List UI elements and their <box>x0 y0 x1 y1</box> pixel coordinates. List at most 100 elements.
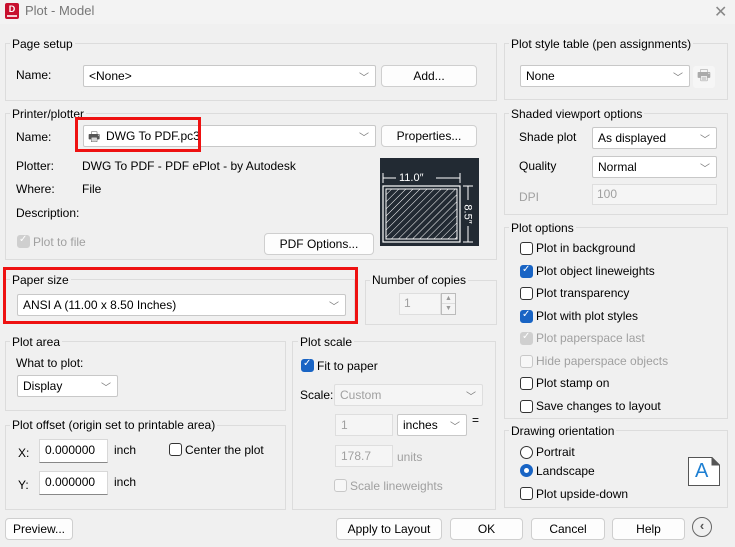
what-to-plot-label: What to plot: <box>16 356 84 370</box>
chevron-down-icon: ﹀ <box>673 73 683 84</box>
offset-y-label: Y: <box>18 478 29 492</box>
plotter-label: Plotter: <box>16 159 55 173</box>
plot-option-checkbox <box>520 331 533 345</box>
landscape-label: Landscape <box>536 464 595 478</box>
window-title: Plot - Model <box>25 3 95 18</box>
shade-plot-label: Shade plot <box>519 130 577 144</box>
center-plot-label: Center the plot <box>185 443 264 457</box>
plot-style-table-value: None <box>526 69 555 83</box>
spin-down-icon: ▼ <box>445 305 452 312</box>
offset-y-input[interactable]: 0.000000 <box>39 471 108 495</box>
offset-x-unit: inch <box>114 443 137 457</box>
plot-option-label: Save changes to layout <box>536 398 661 413</box>
scale-unit-select[interactable]: inches ﹀ <box>397 414 467 436</box>
plot-option-label: Plot with plot styles <box>536 308 639 323</box>
collapse-options-icon[interactable]: ‹ <box>692 517 712 537</box>
plot-option-checkbox[interactable] <box>520 377 533 390</box>
chevron-down-icon: ﹀ <box>359 133 369 144</box>
chevron-down-icon: ﹀ <box>101 383 111 394</box>
plot-style-table-legend: Plot style table (pen assignments) <box>509 37 694 51</box>
chevron-down-icon: ﹀ <box>700 164 710 175</box>
scale-unit-value: inches <box>403 418 438 432</box>
plot-option-checkbox[interactable] <box>520 309 533 323</box>
fit-to-paper-label: Fit to paper <box>317 359 378 373</box>
plot-options-legend: Plot options <box>509 221 576 235</box>
paper-preview-drawing <box>382 172 474 243</box>
plot-to-file-label: Plot to file <box>33 235 86 249</box>
landscape-radio[interactable] <box>520 464 533 477</box>
close-icon[interactable]: ✕ <box>714 2 727 22</box>
plotter-value: DWG To PDF - PDF ePlot - by Autodesk <box>82 159 296 173</box>
equals-sign: = <box>472 413 480 427</box>
edit-plot-style-icon: 🖶 <box>693 66 715 88</box>
spin-up-icon: ▲ <box>442 294 455 304</box>
pdf-options-button[interactable]: PDF Options... <box>264 233 374 255</box>
preview-height-label: 8.5″ <box>461 204 474 224</box>
cancel-button[interactable]: Cancel <box>531 518 605 540</box>
preview-width-label: 11.0″ <box>399 172 424 184</box>
portrait-radio[interactable] <box>520 446 533 459</box>
offset-x-input[interactable]: 0.000000 <box>39 439 108 463</box>
quality-select[interactable]: Normal ﹀ <box>592 156 717 178</box>
chevron-down-icon: ﹀ <box>700 135 710 146</box>
shaded-viewport-legend: Shaded viewport options <box>509 107 645 121</box>
autocad-app-icon: D <box>5 3 19 19</box>
plot-option-label: Hide paperspace objects <box>536 353 669 368</box>
shade-plot-select[interactable]: As displayed ﹀ <box>592 127 717 149</box>
preview-button[interactable]: Preview... <box>5 518 73 540</box>
fit-to-paper-checkbox[interactable] <box>301 358 314 372</box>
shade-plot-value: As displayed <box>598 131 667 145</box>
plot-option-label: Plot paperspace last <box>536 331 645 345</box>
plot-scale-legend: Plot scale <box>298 335 355 349</box>
plot-option-label: Plot transparency <box>536 286 630 300</box>
plot-options-group <box>504 227 728 419</box>
plot-to-file-checkbox <box>17 234 30 248</box>
dpi-input: 100 <box>592 184 717 205</box>
plot-option-checkbox[interactable] <box>520 264 533 278</box>
plot-style-table-select[interactable]: None ﹀ <box>520 65 690 87</box>
properties-button[interactable]: Properties... <box>381 125 477 147</box>
center-plot-checkbox[interactable] <box>169 443 182 456</box>
orientation-legend: Drawing orientation <box>509 424 617 438</box>
where-label: Where: <box>16 182 55 196</box>
what-to-plot-value: Display <box>23 379 63 393</box>
ok-button[interactable]: OK <box>450 518 523 540</box>
scale-label: Scale: <box>300 388 334 402</box>
highlight-paper-size <box>3 267 358 324</box>
copies-input: 1 <box>399 293 441 315</box>
upside-down-checkbox[interactable] <box>520 487 533 500</box>
orientation-glyph: A <box>695 460 709 482</box>
upside-down-label: Plot upside-down <box>536 487 629 501</box>
description-label: Description: <box>16 206 80 220</box>
plot-option-checkbox[interactable] <box>520 242 533 255</box>
chevron-down-icon: ﹀ <box>359 73 369 84</box>
what-to-plot-select[interactable]: Display ﹀ <box>17 375 118 397</box>
scale-lineweights-checkbox <box>334 479 347 492</box>
plot-option-checkbox[interactable] <box>520 287 533 300</box>
plot-option-checkbox[interactable] <box>520 399 533 413</box>
apply-to-layout-button[interactable]: Apply to Layout <box>336 518 442 540</box>
portrait-label: Portrait <box>536 445 575 459</box>
scale-units-label: units <box>397 450 423 464</box>
page-setup-name-select[interactable]: <None> ﹀ <box>83 65 376 87</box>
where-value: File <box>82 182 102 196</box>
title-bar <box>0 0 735 24</box>
scale-lineweights-label: Scale lineweights <box>350 479 443 493</box>
landscape-orientation-icon: A <box>688 457 720 486</box>
copies-legend: Number of copies <box>370 273 469 287</box>
help-button[interactable]: Help <box>612 518 685 540</box>
paper-preview: 11.0″ 8.5″ <box>380 158 479 246</box>
plot-offset-legend: Plot offset (origin set to printable are… <box>10 418 218 432</box>
page-setup-legend: Page setup <box>10 37 75 51</box>
plot-option-checkbox <box>520 354 533 368</box>
quality-value: Normal <box>598 160 637 174</box>
offset-x-label: X: <box>18 446 30 460</box>
dpi-label: DPI <box>519 190 540 204</box>
add-button[interactable]: Add... <box>381 65 477 87</box>
plot-option-label: Plot in background <box>536 241 636 255</box>
scale-numerator-input: 1 <box>335 414 393 436</box>
printer-name-label: Name: <box>16 130 52 144</box>
offset-y-unit: inch <box>114 475 137 489</box>
scale-units-input: 178.7 <box>335 445 393 467</box>
scale-value: Custom <box>340 388 382 402</box>
